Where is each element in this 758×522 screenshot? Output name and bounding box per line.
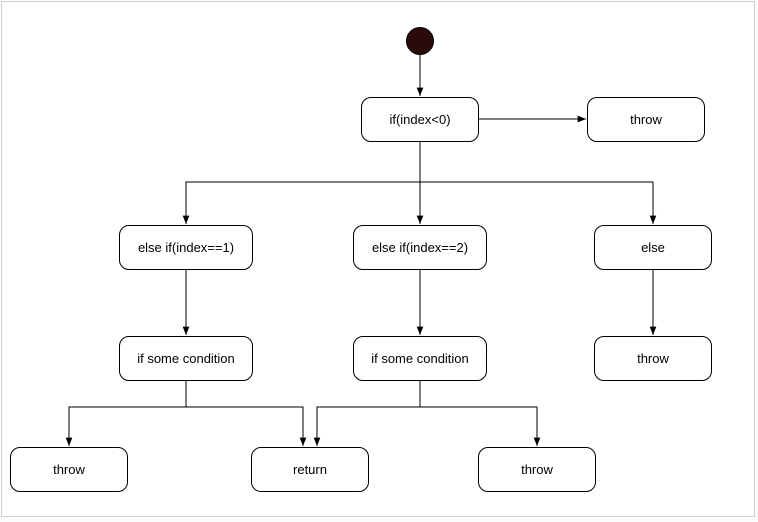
node-if-some-condition-left: if some condition [119,336,253,381]
node-label: else if(index==1) [138,240,234,255]
node-throw-bottom-right: throw [478,447,596,492]
start-node [406,27,434,55]
node-else: else [594,225,712,270]
edge-condM-to-throw [420,381,537,446]
node-return: return [251,447,369,492]
node-throw-right: throw [594,336,712,381]
node-if-some-condition-mid: if some condition [353,336,487,381]
edge-condL-to-throw [69,381,186,446]
flowchart-canvas: if(index<0) throw else if(index==1) else… [1,1,755,517]
edge-condL-to-return [186,381,303,446]
node-label: if(index<0) [389,112,450,127]
node-elseif-2: else if(index==2) [353,225,487,270]
node-label: else if(index==2) [372,240,468,255]
node-label: throw [637,351,669,366]
node-throw-top: throw [587,97,705,142]
node-label: else [641,240,665,255]
node-label: throw [630,112,662,127]
edge-if-to-else [420,142,653,224]
node-label: throw [521,462,553,477]
node-elseif-1: else if(index==1) [119,225,253,270]
node-if-index-lt0: if(index<0) [361,97,479,142]
edge-condM-to-return [317,381,420,446]
node-throw-bottom-left: throw [10,447,128,492]
node-label: if some condition [371,351,469,366]
node-label: throw [53,462,85,477]
node-label: if some condition [137,351,235,366]
node-label: return [293,462,327,477]
edge-if-to-elseif1 [186,142,420,224]
